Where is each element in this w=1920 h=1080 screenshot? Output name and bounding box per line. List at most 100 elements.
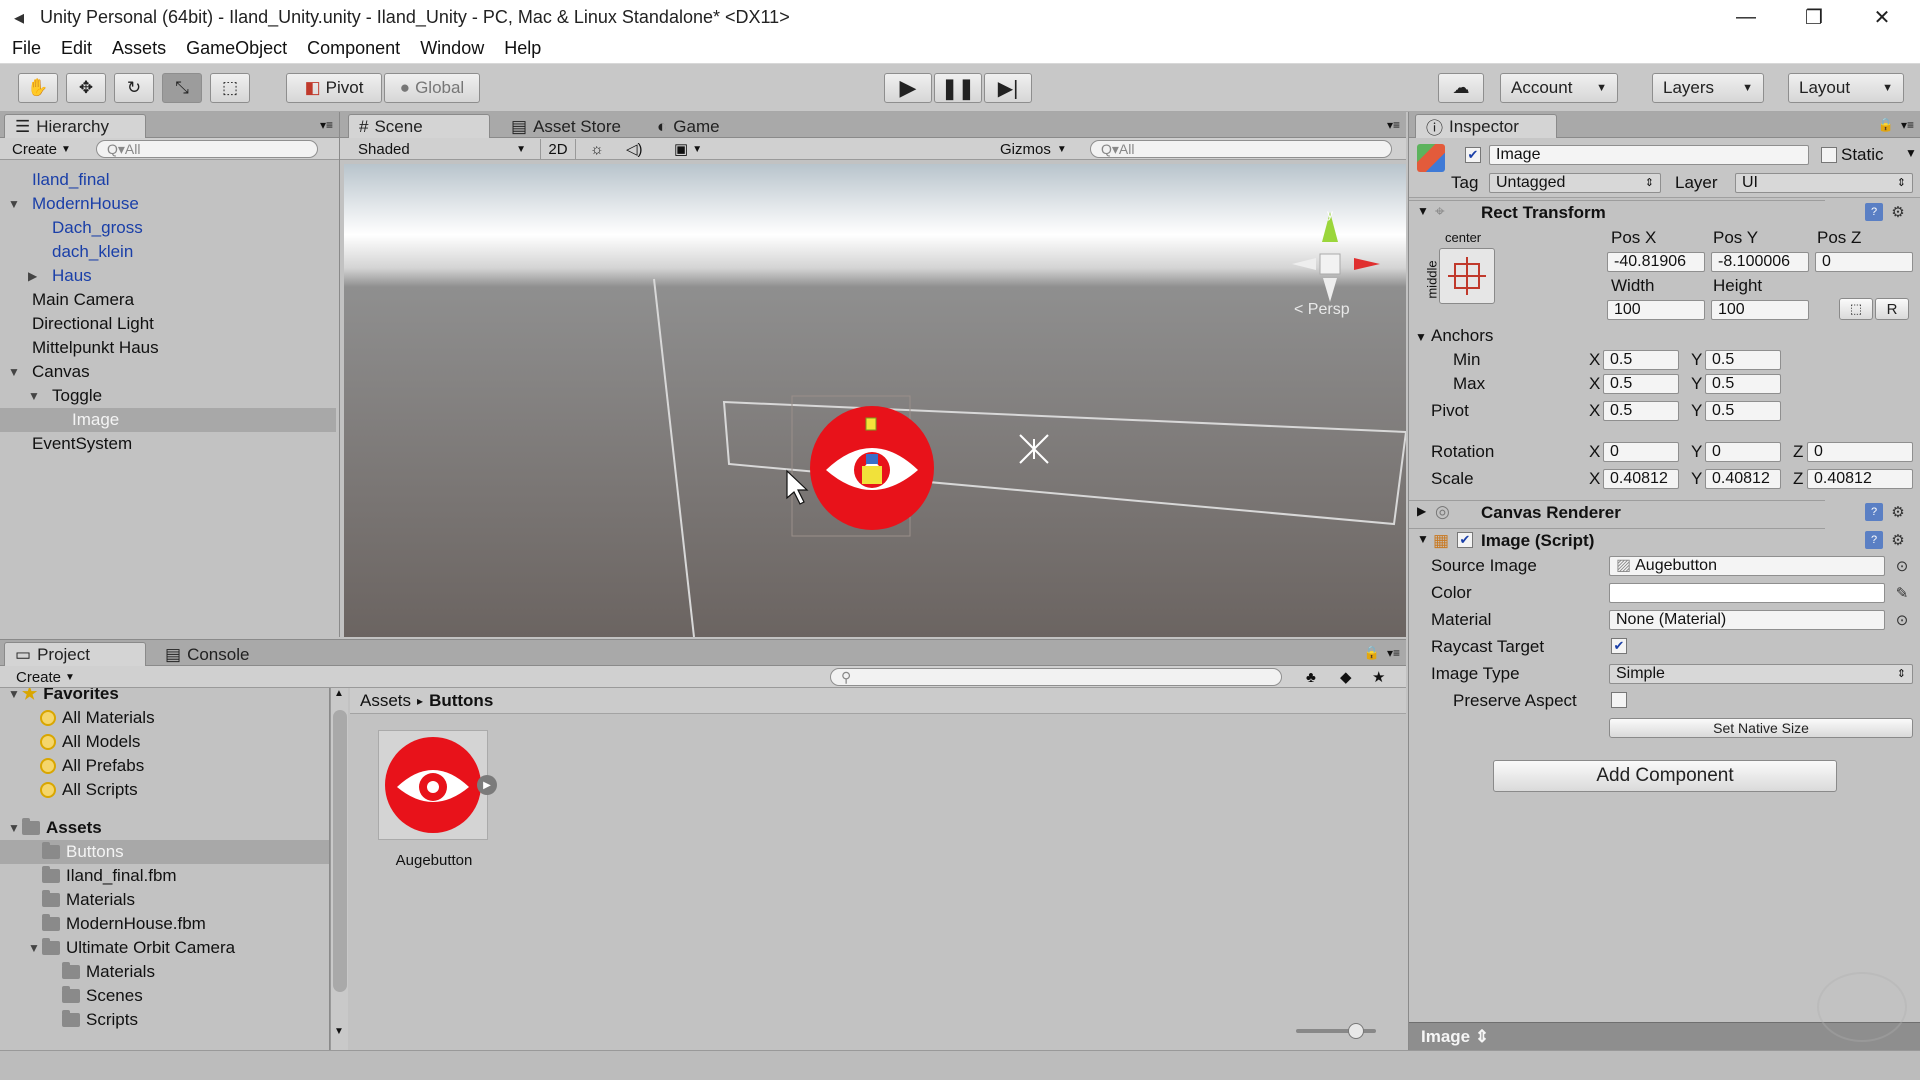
tab-hierarchy[interactable]: ☰ Hierarchy bbox=[4, 114, 146, 138]
lock-icon[interactable]: 🔒 bbox=[1878, 117, 1894, 133]
foldout-open-icon[interactable]: ▼ bbox=[8, 365, 22, 379]
scene-search-input[interactable]: Q▾All bbox=[1090, 140, 1392, 158]
pause-icon[interactable]: ❚❚ bbox=[934, 73, 982, 103]
project-create-dropdown[interactable]: Create ▼ bbox=[10, 667, 81, 687]
sun-icon[interactable]: ☼ bbox=[584, 139, 610, 159]
persp-label[interactable]: < Persp bbox=[1294, 301, 1350, 318]
scroll-thumb[interactable] bbox=[333, 710, 347, 992]
hierarchy-item[interactable]: Mittelpunkt Haus bbox=[0, 336, 336, 360]
help-book-icon[interactable]: ? bbox=[1865, 503, 1883, 521]
step-icon[interactable]: ▶| bbox=[984, 73, 1032, 103]
tag-dropdown[interactable]: Untagged ⇕ bbox=[1489, 173, 1661, 193]
scale-x-field[interactable]: 0.40812 bbox=[1603, 469, 1679, 489]
width-field[interactable]: 100 bbox=[1607, 300, 1705, 320]
account-dropdown[interactable]: Account ▼ bbox=[1500, 73, 1618, 103]
add-component-button[interactable]: Add Component bbox=[1493, 760, 1837, 792]
pivot-y-field[interactable]: 0.5 bbox=[1705, 401, 1781, 421]
move-icon[interactable]: ✥ bbox=[66, 73, 106, 103]
object-picker-icon[interactable]: ⊙ bbox=[1893, 557, 1911, 575]
gear-icon[interactable]: ⚙ bbox=[1889, 203, 1907, 221]
close-icon[interactable]: ✕ bbox=[1849, 0, 1915, 34]
move-handle-center[interactable] bbox=[862, 466, 882, 484]
menu-assets[interactable]: Assets bbox=[102, 38, 176, 59]
static-dropdown-icon[interactable]: ▼ bbox=[1905, 146, 1917, 160]
object-picker-icon[interactable]: ⊙ bbox=[1893, 611, 1911, 629]
help-book-icon[interactable]: ? bbox=[1865, 203, 1883, 221]
anchor-min-x-field[interactable]: 0.5 bbox=[1603, 350, 1679, 370]
active-checkbox[interactable]: ✔ bbox=[1465, 147, 1481, 163]
rotation-x-field[interactable]: 0 bbox=[1603, 442, 1679, 462]
canvas-renderer-header[interactable]: ▶ ◎ Canvas Renderer ? ⚙ bbox=[1409, 500, 1905, 524]
eyedropper-icon[interactable]: ✎ bbox=[1893, 584, 1911, 602]
color-field[interactable] bbox=[1609, 583, 1885, 603]
rect-transform-header[interactable]: ▼ ⌖ Rect Transform ? ⚙ bbox=[1409, 200, 1905, 224]
scene-viewport[interactable]: y < Persp bbox=[344, 164, 1406, 637]
hierarchy-search-input[interactable]: Q▾All bbox=[96, 140, 318, 158]
pos-z-field[interactable]: 0 bbox=[1815, 252, 1913, 272]
gizmos-dropdown[interactable]: Gizmos ▼ bbox=[994, 139, 1073, 159]
image-effects-icon[interactable]: ▣ ▼ bbox=[668, 139, 708, 159]
folder-item[interactable]: ▼ Ultimate Orbit Camera bbox=[0, 936, 329, 960]
expand-sprite-icon[interactable]: ▶ bbox=[477, 775, 497, 795]
hierarchy-item[interactable]: ▼ Toggle bbox=[0, 384, 336, 408]
hierarchy-item[interactable]: Main Camera bbox=[0, 288, 336, 312]
hierarchy-item[interactable]: Directional Light bbox=[0, 312, 336, 336]
folder-item[interactable]: Scripts bbox=[0, 1008, 329, 1032]
rotation-z-field[interactable]: 0 bbox=[1807, 442, 1913, 462]
pivot-button[interactable]: ◧ Pivot bbox=[286, 73, 382, 103]
source-image-field[interactable]: ▨ Augebutton bbox=[1609, 556, 1885, 576]
pivot-x-field[interactable]: 0.5 bbox=[1603, 401, 1679, 421]
raycast-target-checkbox[interactable]: ✔ bbox=[1611, 638, 1627, 654]
folder-item[interactable]: Iland_final.fbm bbox=[0, 864, 329, 888]
menu-component[interactable]: Component bbox=[297, 38, 410, 59]
shading-dropdown[interactable]: Shaded ▼ bbox=[352, 139, 532, 159]
layer-dropdown[interactable]: UI ⇕ bbox=[1735, 173, 1913, 193]
scale-y-field[interactable]: 0.40812 bbox=[1705, 469, 1781, 489]
hierarchy-item[interactable]: ▶ Haus bbox=[0, 264, 336, 288]
folder-item[interactable]: Materials bbox=[0, 960, 329, 984]
anchor-max-x-field[interactable]: 0.5 bbox=[1603, 374, 1679, 394]
project-search-input[interactable]: ⚲ bbox=[830, 668, 1282, 686]
object-name-field[interactable]: Image bbox=[1489, 145, 1809, 165]
audio-icon[interactable]: ◁) bbox=[620, 139, 649, 159]
blueprint-mode-button[interactable]: ⬚ bbox=[1839, 298, 1873, 320]
hand-icon[interactable]: ✋ bbox=[18, 73, 58, 103]
pos-y-field[interactable]: -8.100006 bbox=[1711, 252, 1809, 272]
image-type-dropdown[interactable]: Simple ⇕ bbox=[1609, 664, 1913, 684]
gear-icon[interactable]: ⚙ bbox=[1889, 531, 1907, 549]
menu-gameobject[interactable]: GameObject bbox=[176, 38, 297, 59]
move-handle-y[interactable] bbox=[865, 417, 877, 431]
slider-handle[interactable] bbox=[1348, 1023, 1364, 1039]
favorite-item[interactable]: All Prefabs bbox=[40, 754, 144, 778]
help-book-icon[interactable]: ? bbox=[1865, 531, 1883, 549]
panel-menu-icon[interactable]: ▾≡ bbox=[1901, 118, 1914, 132]
2d-toggle[interactable]: 2D bbox=[540, 139, 576, 159]
favorite-item[interactable]: All Models bbox=[40, 730, 140, 754]
thumbnail-size-slider[interactable] bbox=[1296, 1023, 1376, 1039]
favorite-item[interactable]: All Scripts bbox=[40, 778, 138, 802]
anchor-preset-button[interactable] bbox=[1439, 248, 1495, 304]
assets-header[interactable]: ▼ Assets bbox=[8, 816, 102, 840]
play-icon[interactable]: ▶ bbox=[884, 73, 932, 103]
hierarchy-create-dropdown[interactable]: Create ▼ bbox=[6, 139, 77, 159]
restore-icon[interactable]: ❐ bbox=[1781, 0, 1847, 34]
hierarchy-item[interactable]: dach_klein bbox=[0, 240, 336, 264]
breadcrumb-root[interactable]: Assets bbox=[360, 691, 411, 711]
favorites-header[interactable]: ▼ ★ Favorites bbox=[8, 688, 119, 706]
folder-item[interactable]: Scenes bbox=[0, 984, 329, 1008]
tab-project[interactable]: ▭ Project bbox=[4, 642, 146, 666]
move-handle-z[interactable] bbox=[866, 454, 878, 464]
filter-label-icon[interactable]: ◆ bbox=[1334, 667, 1358, 687]
layout-dropdown[interactable]: Layout ▼ bbox=[1788, 73, 1904, 103]
global-button[interactable]: ● Global bbox=[384, 73, 480, 103]
panel-menu-icon[interactable]: ▾≡ bbox=[320, 118, 333, 132]
gear-icon[interactable]: ⚙ bbox=[1889, 503, 1907, 521]
favorite-item[interactable]: All Materials bbox=[40, 706, 155, 730]
static-checkbox[interactable] bbox=[1821, 147, 1837, 163]
hierarchy-item[interactable]: Image bbox=[0, 408, 336, 432]
anchor-min-y-field[interactable]: 0.5 bbox=[1705, 350, 1781, 370]
minimize-icon[interactable]: — bbox=[1713, 0, 1779, 34]
hierarchy-item[interactable]: EventSystem bbox=[0, 432, 336, 456]
foldout-closed-icon[interactable]: ▶ bbox=[28, 269, 42, 283]
menu-window[interactable]: Window bbox=[410, 38, 494, 59]
